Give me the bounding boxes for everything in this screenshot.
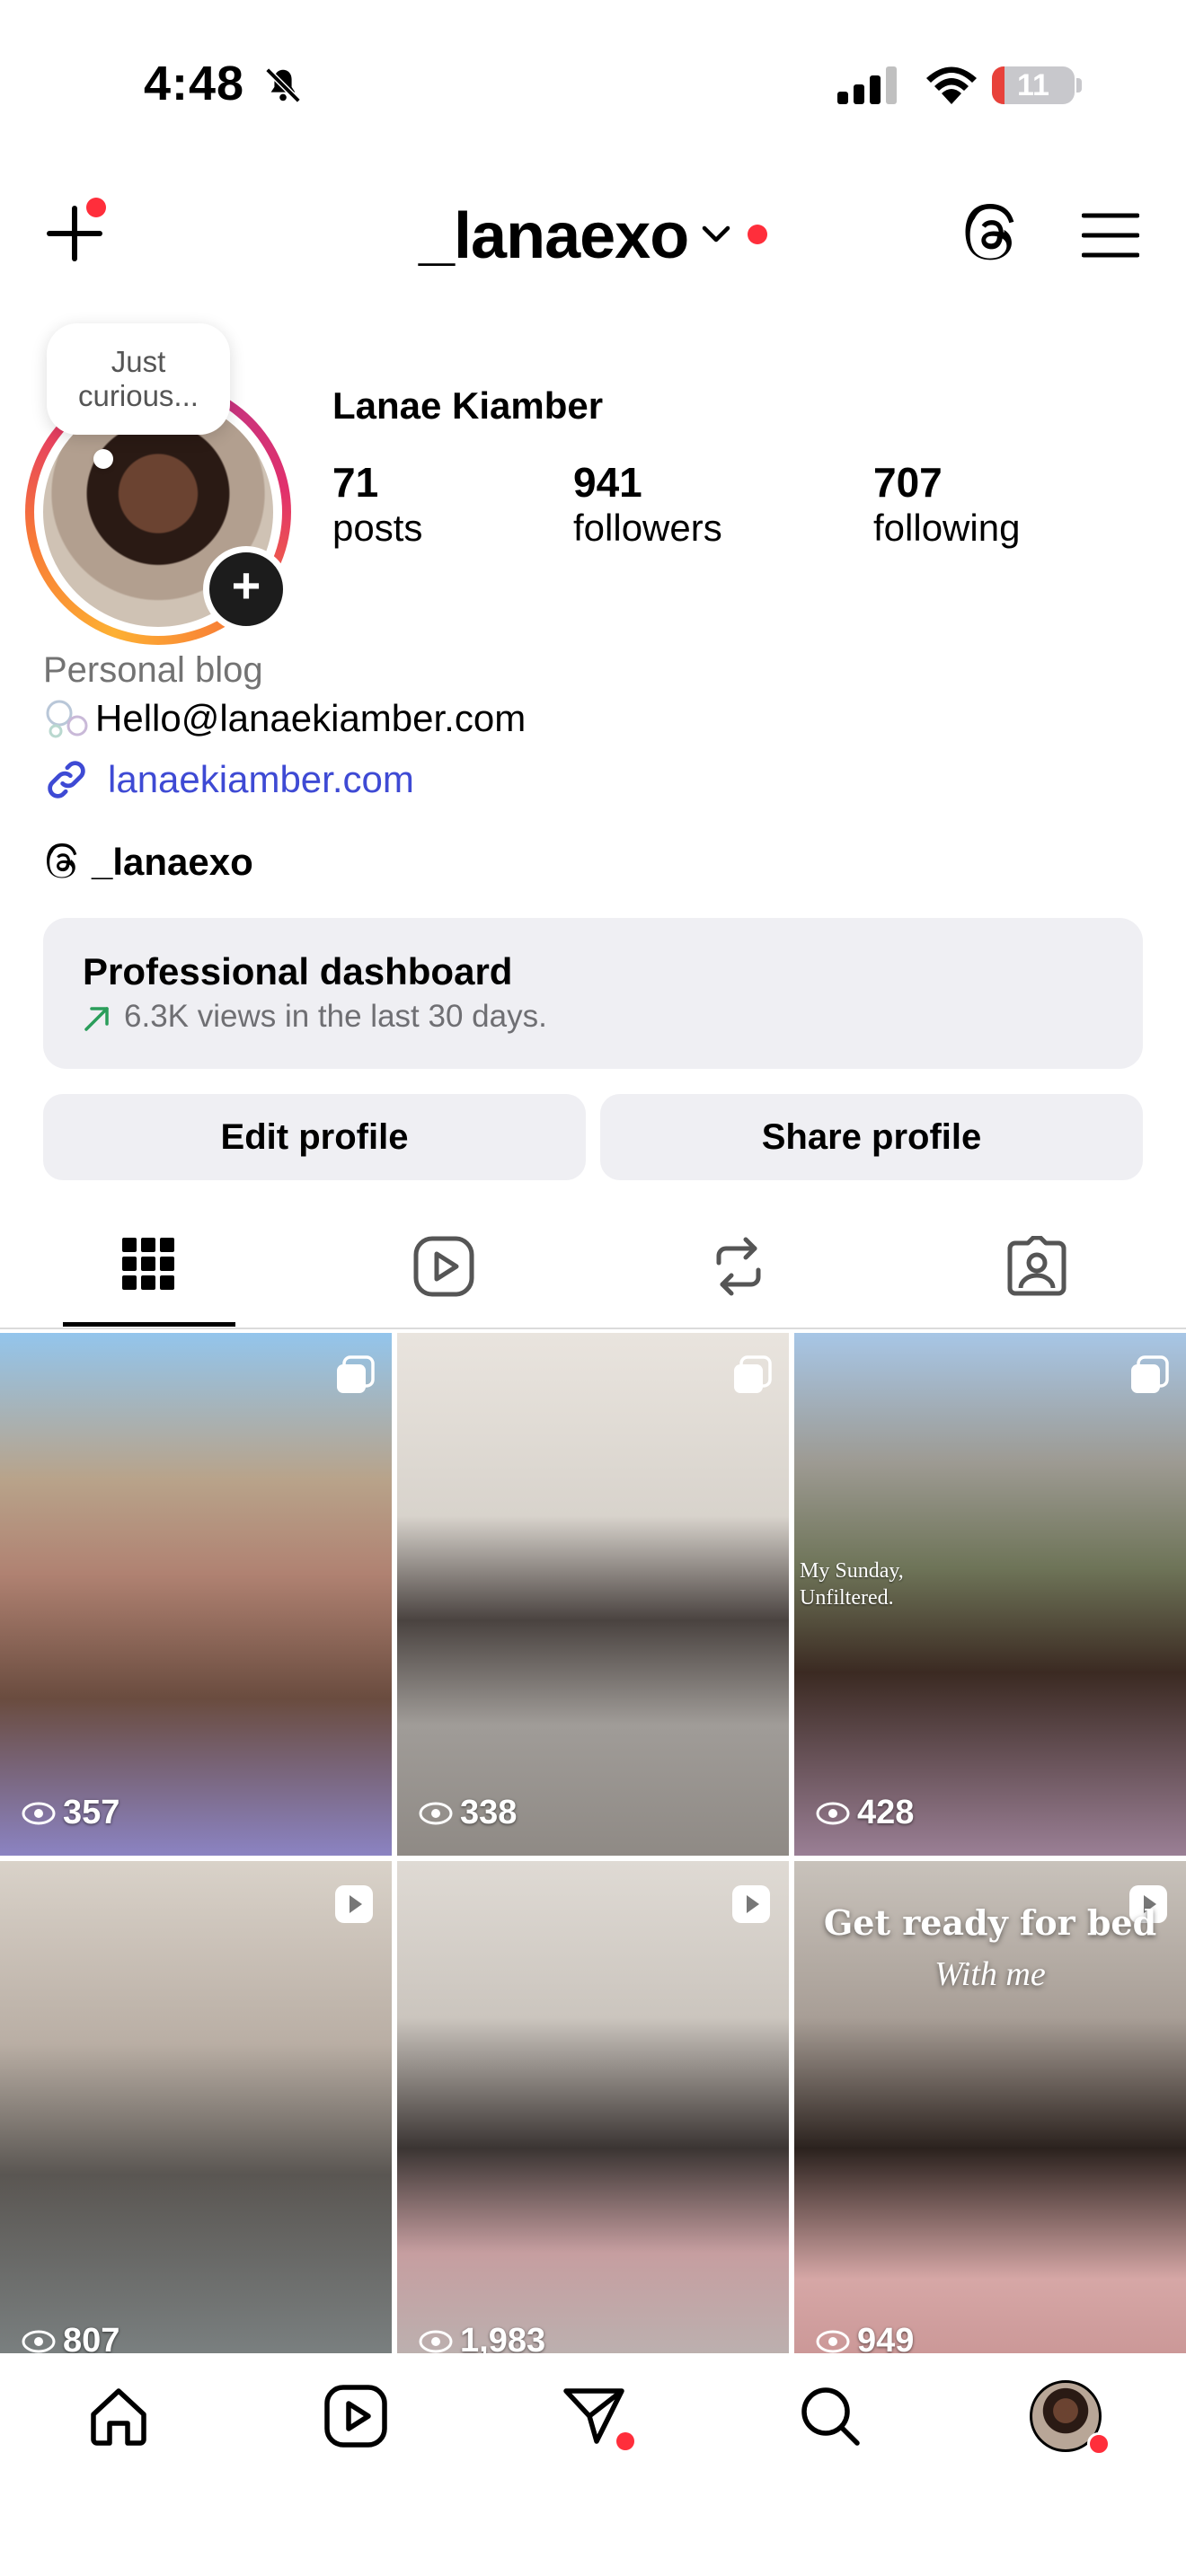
cellular-signal-icon — [837, 66, 900, 104]
carousel-icon — [334, 1354, 376, 1396]
carousel-icon — [731, 1354, 773, 1396]
home-icon[interactable] — [86, 2384, 151, 2448]
profile-category: Personal blog — [43, 650, 263, 690]
post-tile[interactable]: 807 — [0, 1861, 392, 2384]
post-overlay-title: Get ready for bed — [823, 1902, 1157, 1943]
search-icon[interactable] — [798, 2384, 863, 2448]
post-views: 428 — [816, 1794, 914, 1832]
stat-followers-value: 941 — [573, 459, 642, 506]
dashboard-subtitle: 6.3K views in the last 30 days. — [124, 999, 547, 1034]
stat-following[interactable]: 707 following — [873, 458, 1020, 550]
status-time: 4:48 — [144, 57, 245, 110]
bio-email: Hello@lanaekiamber.com — [95, 697, 527, 739]
stat-followers-label: followers — [573, 507, 722, 549]
chevron-down-icon[interactable] — [701, 221, 731, 248]
eye-icon — [816, 2330, 850, 2352]
reels-icon[interactable] — [323, 2384, 388, 2448]
post-overlay-subtitle: With me — [934, 1955, 1046, 1993]
post-views: 357 — [22, 1794, 119, 1832]
tab-divider — [0, 1328, 1186, 1329]
profile-username[interactable]: _lanaexo — [419, 199, 689, 273]
note-bubble[interactable]: Just curious... — [47, 323, 230, 435]
eye-icon — [22, 1802, 56, 1824]
profile-notification-dot — [1087, 2432, 1111, 2456]
eye-icon — [419, 1802, 453, 1824]
carousel-icon — [1128, 1354, 1170, 1396]
account-notification-dot — [748, 225, 767, 244]
reposts-icon[interactable] — [712, 1236, 766, 1297]
stat-following-value: 707 — [873, 459, 943, 506]
tab-active-indicator — [63, 1322, 235, 1327]
threads-icon[interactable] — [960, 203, 1021, 266]
note-bubble-tail — [93, 449, 113, 469]
bio-email-line: Hello@lanaekiamber.com — [43, 697, 526, 740]
edit-profile-button[interactable]: Edit profile — [43, 1094, 586, 1180]
silent-bell-icon — [262, 65, 304, 106]
stat-following-label: following — [873, 507, 1021, 549]
messages-notification-dot — [616, 2432, 634, 2450]
profile-link-text: lanaekiamber.com — [108, 758, 414, 800]
post-views: 338 — [419, 1794, 517, 1832]
share-profile-button[interactable]: Share profile — [600, 1094, 1143, 1180]
trending-up-arrow-icon — [83, 1004, 111, 1033]
link-icon — [43, 756, 90, 803]
battery-indicator: 11 — [992, 66, 1075, 104]
post-tile[interactable]: Get ready for bed With me 949 — [794, 1861, 1186, 2384]
grid-icon[interactable] — [120, 1236, 176, 1292]
menu-hamburger-icon[interactable] — [1082, 212, 1139, 259]
wifi-icon — [924, 65, 979, 106]
eye-icon — [419, 2330, 453, 2352]
stat-followers[interactable]: 941 followers — [573, 458, 722, 550]
stat-posts[interactable]: 71 posts — [332, 458, 422, 550]
stat-posts-value: 71 — [332, 459, 379, 506]
post-tile[interactable]: 357 — [0, 1333, 392, 1856]
tagged-icon[interactable] — [1006, 1236, 1067, 1297]
bubbles-emoji-icon — [43, 697, 92, 740]
post-tile[interactable]: My Sunday, Unfiltered. 428 — [794, 1333, 1186, 1856]
create-notification-dot — [86, 198, 106, 217]
eye-icon — [22, 2330, 56, 2352]
reels-tab-icon[interactable] — [413, 1236, 474, 1297]
stat-posts-label: posts — [332, 507, 423, 549]
dashboard-title: Professional dashboard — [83, 950, 513, 992]
threads-badge[interactable]: _lanaexo — [43, 841, 253, 884]
professional-dashboard-card[interactable] — [43, 918, 1143, 1069]
reel-icon — [730, 1883, 773, 1926]
post-tile[interactable]: 338 — [397, 1333, 789, 1856]
eye-icon — [816, 1802, 850, 1824]
threads-handle-text: _lanaexo — [92, 841, 253, 883]
note-text-line1: Just — [111, 345, 166, 378]
threads-small-icon — [43, 842, 81, 882]
add-story-plus-icon[interactable]: + — [203, 546, 289, 632]
post-overlay-text: My Sunday, Unfiltered. — [800, 1559, 904, 1610]
profile-full-name: Lanae Kiamber — [332, 384, 604, 427]
post-tile[interactable]: 1,983 — [397, 1861, 789, 2384]
note-text-line2: curious... — [78, 379, 199, 412]
battery-cap — [1076, 78, 1082, 93]
profile-link[interactable]: lanaekiamber.com — [43, 756, 414, 803]
reel-icon — [332, 1883, 376, 1926]
